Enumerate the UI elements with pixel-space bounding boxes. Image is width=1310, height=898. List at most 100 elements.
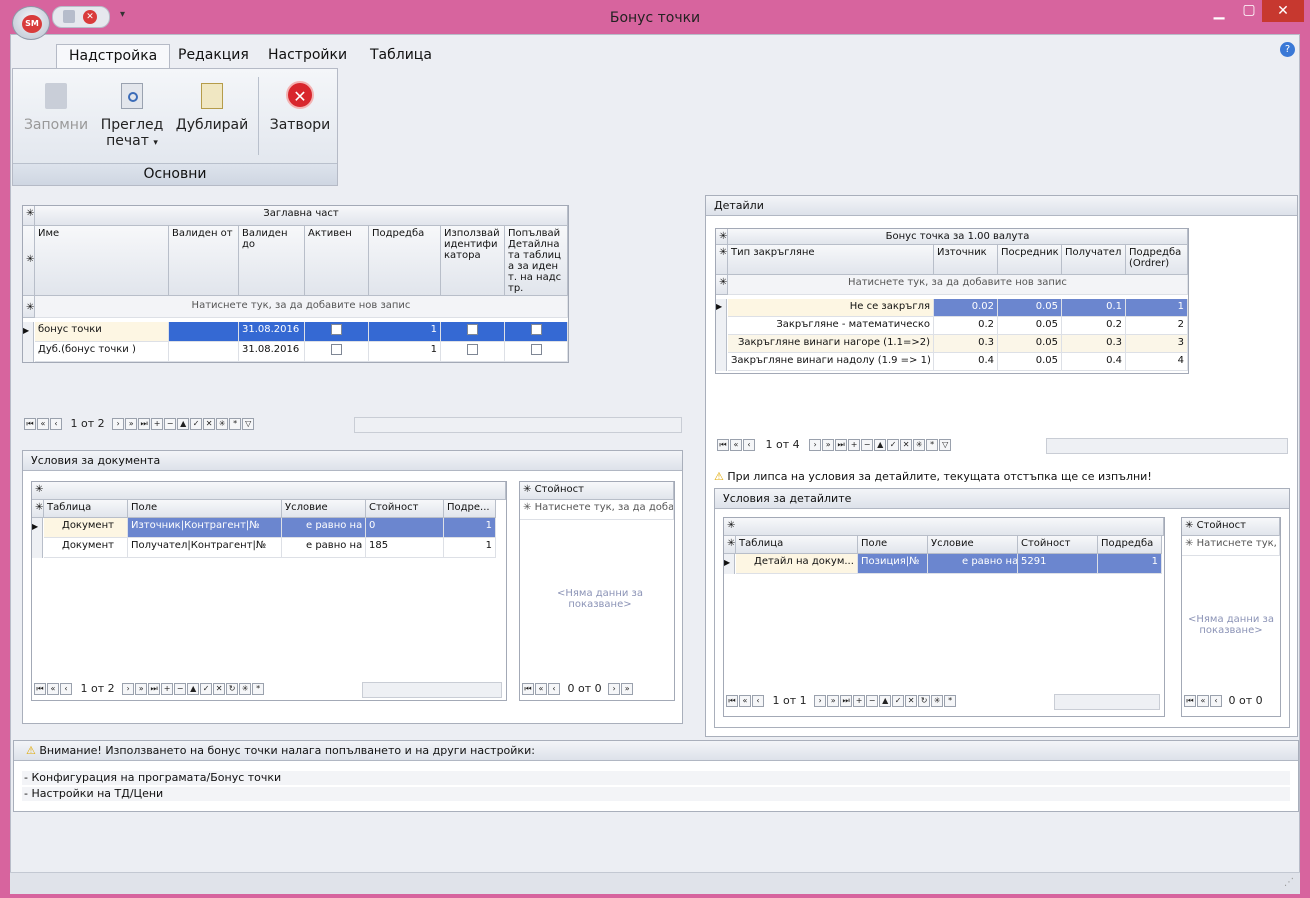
confirm-icon[interactable]: ✓: [190, 418, 203, 430]
first-icon[interactable]: ⏮: [24, 418, 36, 430]
remove-icon[interactable]: −: [861, 439, 874, 451]
col-use-identifier[interactable]: Използвай идентификатора: [441, 226, 505, 296]
next-icon[interactable]: ›: [809, 439, 822, 451]
row-fill[interactable]: [505, 342, 568, 362]
value-header[interactable]: ✳ Стойност: [1182, 518, 1280, 536]
asterisk2-icon[interactable]: *: [252, 683, 265, 695]
col-order[interactable]: Подре...: [444, 500, 496, 518]
row-valid-to[interactable]: 31.08.2016: [239, 342, 305, 362]
cell-order[interactable]: 1: [444, 518, 496, 538]
col-source[interactable]: Източник: [934, 245, 998, 275]
col-order[interactable]: Подредба: [369, 226, 441, 296]
col-valid-from[interactable]: Валиден от: [169, 226, 239, 296]
cancel-icon[interactable]: ✕: [900, 439, 913, 451]
col-fill-detail[interactable]: Попълвай Детайлната таблица за идент. на…: [505, 226, 568, 296]
det-hscroll[interactable]: [1054, 694, 1160, 710]
next-page-icon[interactable]: »: [822, 439, 835, 451]
add-icon[interactable]: +: [151, 418, 164, 430]
row-valid-from[interactable]: [169, 342, 239, 362]
row-valid-from[interactable]: [169, 322, 239, 342]
next-icon[interactable]: ›: [814, 695, 827, 707]
row-fill[interactable]: ✓: [505, 322, 568, 342]
print-preview-button[interactable]: Преглед печат ▾: [99, 77, 165, 149]
col-field[interactable]: Поле: [858, 536, 928, 554]
value-new-row[interactable]: ✳ Натиснете тук, за да добав: [520, 500, 674, 520]
save-icon[interactable]: [63, 10, 75, 23]
up-icon[interactable]: ▲: [177, 418, 190, 430]
cell-receiver[interactable]: 0.1: [1062, 299, 1126, 317]
cell-source[interactable]: 0.3: [934, 335, 998, 353]
row-order[interactable]: 1: [369, 322, 441, 342]
last-icon[interactable]: ⏭: [840, 695, 853, 707]
cancel-icon[interactable]: ✕: [213, 683, 226, 695]
asterisk-icon[interactable]: ✳: [913, 439, 926, 451]
minimize-button[interactable]: ▁: [1204, 4, 1234, 24]
qat-dropdown-icon[interactable]: ▾: [120, 9, 125, 20]
row-name[interactable]: бонус точки: [35, 322, 169, 342]
col-rounding-type[interactable]: Тип закръгляне: [728, 245, 934, 275]
confirm-icon[interactable]: ✓: [892, 695, 905, 707]
prev-icon[interactable]: ‹: [752, 695, 764, 707]
checkbox-unchecked[interactable]: [530, 344, 542, 355]
tab-redaktsiya[interactable]: Редакция: [166, 44, 261, 68]
new-row-prompt[interactable]: Натиснете тук, за да добавите нов запис: [35, 296, 568, 318]
col-order[interactable]: Подредба (Ordrer): [1126, 245, 1188, 275]
next-page-icon[interactable]: »: [135, 683, 148, 695]
col-table[interactable]: Таблица: [736, 536, 858, 554]
cancel-icon[interactable]: ✕: [203, 418, 216, 430]
cell-order[interactable]: 1: [1126, 299, 1188, 317]
help-icon[interactable]: ?: [1280, 42, 1295, 57]
doc-hscroll[interactable]: [362, 682, 502, 698]
prev-page-icon[interactable]: «: [739, 695, 751, 707]
cell-value[interactable]: 0: [366, 518, 444, 538]
cell-source[interactable]: 0.2: [934, 317, 998, 335]
value-new-row[interactable]: ✳ Натиснете тук, з: [1182, 536, 1280, 556]
checkbox-checked[interactable]: ✓: [530, 324, 542, 335]
asterisk-icon[interactable]: ✳: [216, 418, 229, 430]
filter-icon[interactable]: ▽: [242, 418, 255, 430]
cancel-icon[interactable]: ✕: [905, 695, 918, 707]
cell-receiver[interactable]: 0.3: [1062, 335, 1126, 353]
cell-condition[interactable]: е равно на: [282, 538, 366, 558]
col-field[interactable]: Поле: [128, 500, 282, 518]
confirm-icon[interactable]: ✓: [200, 683, 213, 695]
prev-icon[interactable]: ‹: [50, 418, 62, 430]
cell-order[interactable]: 3: [1126, 335, 1188, 353]
tab-tablitsa[interactable]: Таблица: [358, 44, 444, 68]
cell-source[interactable]: 0.02: [934, 299, 998, 317]
cell-table[interactable]: Детайл на докум...: [736, 554, 858, 574]
duplicate-button[interactable]: Дублирай: [173, 77, 251, 133]
close-window-button[interactable]: ✕: [1262, 0, 1304, 22]
cell-table[interactable]: Документ: [44, 538, 128, 558]
next-icon[interactable]: ›: [112, 418, 125, 430]
cell-order[interactable]: 1: [444, 538, 496, 558]
tab-nastroyki[interactable]: Настройки: [256, 44, 359, 68]
grid-add-icon[interactable]: ✳: [23, 206, 35, 226]
asterisk2-icon[interactable]: *: [944, 695, 957, 707]
tab-nadstroyka[interactable]: Надстройка: [56, 44, 171, 68]
refresh-icon[interactable]: ↻: [918, 695, 931, 707]
row-order[interactable]: 1: [369, 342, 441, 362]
remove-icon[interactable]: −: [174, 683, 187, 695]
cell-receiver[interactable]: 0.2: [1062, 317, 1126, 335]
row-use[interactable]: ✓: [441, 322, 505, 342]
cell-field[interactable]: Източник|Контрагент|№: [128, 518, 282, 538]
grid-add-icon[interactable]: ✳: [716, 229, 728, 245]
cell-intermediary[interactable]: 0.05: [998, 317, 1062, 335]
prev-page-icon[interactable]: «: [47, 683, 59, 695]
cell-order[interactable]: 4: [1126, 353, 1188, 371]
col-value[interactable]: Стойност: [366, 500, 444, 518]
first-icon[interactable]: ⏮: [522, 683, 534, 695]
remove-icon[interactable]: −: [164, 418, 177, 430]
first-icon[interactable]: ⏮: [726, 695, 738, 707]
col-active[interactable]: Активен: [305, 226, 369, 296]
cell-intermediary[interactable]: 0.05: [998, 299, 1062, 317]
checkbox-unchecked[interactable]: [467, 344, 478, 355]
checkbox-unchecked[interactable]: [331, 344, 342, 355]
add-icon[interactable]: +: [161, 683, 174, 695]
col-valid-to[interactable]: Валиден до: [239, 226, 305, 296]
row-valid-to[interactable]: 31.08.2016: [239, 322, 305, 342]
resize-grip-icon[interactable]: ⋰: [1284, 877, 1294, 888]
col-order[interactable]: Подредба: [1098, 536, 1162, 554]
first-icon[interactable]: ⏮: [717, 439, 729, 451]
